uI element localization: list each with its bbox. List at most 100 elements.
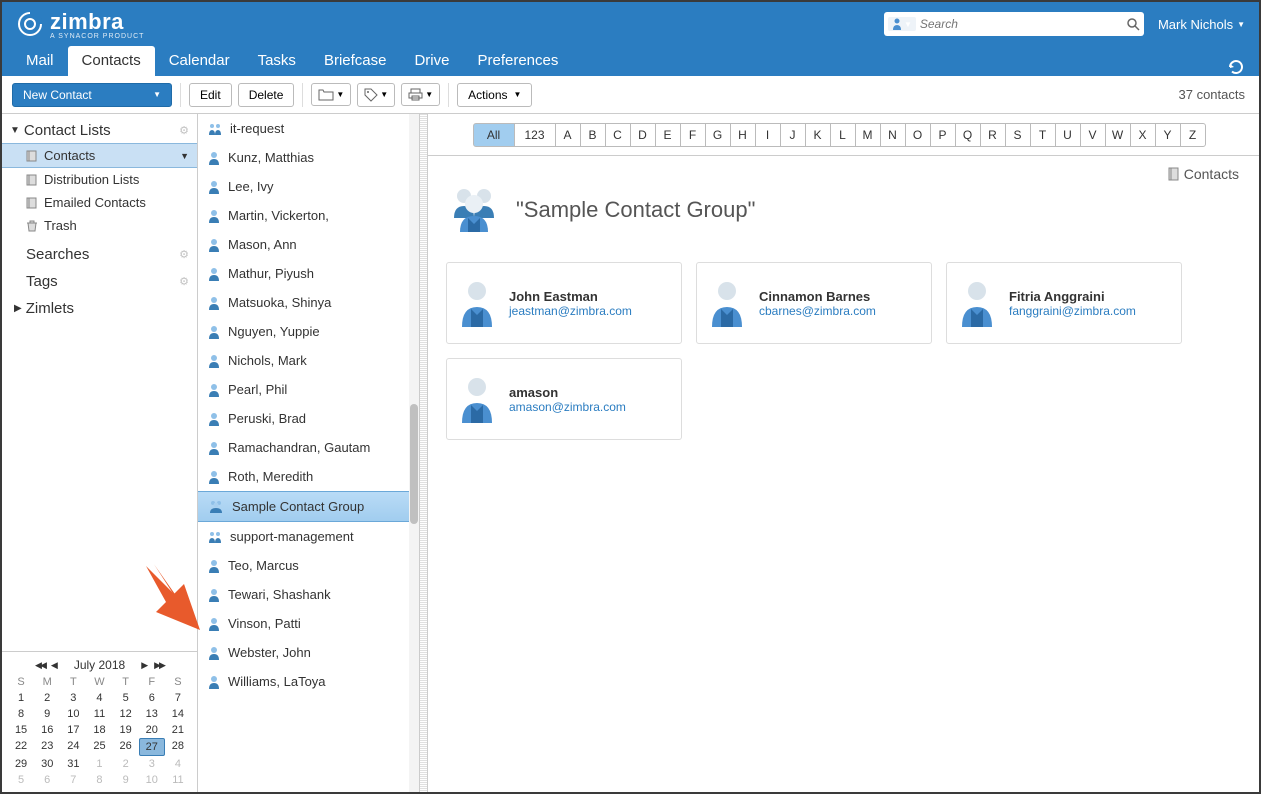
cal-day[interactable]: 2 <box>34 690 60 706</box>
cal-day[interactable]: 4 <box>86 690 112 706</box>
alpha-letter[interactable]: U <box>1055 123 1081 147</box>
list-item[interactable]: it-request <box>198 114 419 143</box>
list-item[interactable]: Kunz, Matthias <box>198 143 419 172</box>
list-item[interactable]: Lee, Ivy <box>198 172 419 201</box>
cal-day[interactable]: 18 <box>86 722 112 738</box>
cal-day[interactable]: 15 <box>8 722 34 738</box>
alpha-letter[interactable]: W <box>1105 123 1131 147</box>
alpha-letter[interactable]: S <box>1005 123 1031 147</box>
list-item[interactable]: Matsuoka, Shinya <box>198 288 419 317</box>
list-item[interactable]: Ramachandran, Gautam <box>198 433 419 462</box>
tab-briefcase[interactable]: Briefcase <box>310 46 401 76</box>
list-item[interactable]: Martin, Vickerton, <box>198 201 419 230</box>
new-contact-button[interactable]: New Contact ▼ <box>12 83 172 107</box>
cal-day[interactable]: 14 <box>165 706 191 722</box>
cal-day[interactable]: 25 <box>86 738 112 756</box>
alpha-letter[interactable]: M <box>855 123 881 147</box>
cal-day[interactable]: 24 <box>60 738 86 756</box>
cal-day[interactable]: 2 <box>113 756 139 772</box>
alpha-letter[interactable]: K <box>805 123 831 147</box>
alpha-letter[interactable]: C <box>605 123 631 147</box>
alpha-letter[interactable]: L <box>830 123 856 147</box>
search-icon[interactable] <box>1126 17 1140 31</box>
cal-day[interactable]: 4 <box>165 756 191 772</box>
cal-day[interactable]: 30 <box>34 756 60 772</box>
scrollbar[interactable] <box>409 114 419 792</box>
cal-day[interactable]: 3 <box>60 690 86 706</box>
cal-day[interactable]: 5 <box>113 690 139 706</box>
cal-day[interactable]: 31 <box>60 756 86 772</box>
search-input[interactable] <box>920 17 1126 31</box>
sidebar-searches[interactable]: Searches ⚙ <box>2 241 197 268</box>
cal-day[interactable]: 27 <box>139 738 165 756</box>
list-item[interactable]: Nichols, Mark <box>198 346 419 375</box>
list-item[interactable]: Mathur, Piyush <box>198 259 419 288</box>
list-item[interactable]: Williams, LaToya <box>198 667 419 696</box>
member-email[interactable]: cbarnes@zimbra.com <box>759 304 876 318</box>
tag-button[interactable]: ▼ <box>357 83 395 107</box>
search-category[interactable]: ▼ <box>888 17 916 31</box>
alpha-num[interactable]: 123 <box>514 123 556 147</box>
cal-day[interactable]: 8 <box>8 706 34 722</box>
gear-icon[interactable]: ⚙ <box>179 248 189 261</box>
edit-button[interactable]: Edit <box>189 83 232 107</box>
alpha-letter[interactable]: B <box>580 123 606 147</box>
cal-day[interactable]: 29 <box>8 756 34 772</box>
cal-day[interactable]: 11 <box>165 772 191 788</box>
folder-move-button[interactable]: ▼ <box>311 83 351 106</box>
tab-calendar[interactable]: Calendar <box>155 46 244 76</box>
contact-list[interactable]: it-requestKunz, MatthiasLee, IvyMartin, … <box>198 114 420 792</box>
member-card[interactable]: amasonamason@zimbra.com <box>446 358 682 440</box>
contact-lists-header[interactable]: ▼ Contact Lists ⚙ <box>2 118 197 143</box>
cal-day[interactable]: 13 <box>139 706 165 722</box>
delete-button[interactable]: Delete <box>238 83 295 107</box>
cal-day[interactable]: 12 <box>113 706 139 722</box>
alpha-letter[interactable]: V <box>1080 123 1106 147</box>
actions-button[interactable]: Actions ▼ <box>457 83 532 107</box>
alpha-letter[interactable]: G <box>705 123 731 147</box>
splitter-handle[interactable] <box>420 114 428 792</box>
alpha-letter[interactable]: A <box>555 123 581 147</box>
cal-day[interactable]: 9 <box>34 706 60 722</box>
cal-day[interactable]: 1 <box>86 756 112 772</box>
tab-preferences[interactable]: Preferences <box>463 46 572 76</box>
alpha-letter[interactable]: T <box>1030 123 1056 147</box>
alpha-letter[interactable]: Y <box>1155 123 1181 147</box>
list-item[interactable]: Roth, Meredith <box>198 462 419 491</box>
cal-day[interactable]: 6 <box>139 690 165 706</box>
cal-day[interactable]: 6 <box>34 772 60 788</box>
list-item[interactable]: Tewari, Shashank <box>198 580 419 609</box>
cal-day[interactable]: 5 <box>8 772 34 788</box>
cal-day[interactable]: 19 <box>113 722 139 738</box>
member-card[interactable]: John Eastmanjeastman@zimbra.com <box>446 262 682 344</box>
cal-day[interactable]: 26 <box>113 738 139 756</box>
alpha-letter[interactable]: J <box>780 123 806 147</box>
cal-next-fast[interactable]: ▶▶ <box>154 660 164 671</box>
alpha-letter[interactable]: E <box>655 123 681 147</box>
alpha-letter[interactable]: D <box>630 123 656 147</box>
search-box[interactable]: ▼ <box>884 12 1144 36</box>
list-item[interactable]: Vinson, Patti <box>198 609 419 638</box>
tab-contacts[interactable]: Contacts <box>68 46 155 76</box>
list-item[interactable]: Nguyen, Yuppie <box>198 317 419 346</box>
gear-icon[interactable]: ⚙ <box>179 124 189 137</box>
scrollbar-thumb[interactable] <box>410 404 418 524</box>
tab-tasks[interactable]: Tasks <box>244 46 310 76</box>
list-item[interactable]: Webster, John <box>198 638 419 667</box>
cal-day[interactable]: 3 <box>139 756 165 772</box>
gear-icon[interactable]: ⚙ <box>179 275 189 288</box>
alpha-letter[interactable]: H <box>730 123 756 147</box>
cal-day[interactable]: 16 <box>34 722 60 738</box>
alpha-letter[interactable]: N <box>880 123 906 147</box>
cal-prev-fast[interactable]: ◀◀ <box>35 660 45 671</box>
cal-day[interactable]: 20 <box>139 722 165 738</box>
alpha-letter[interactable]: I <box>755 123 781 147</box>
tab-drive[interactable]: Drive <box>400 46 463 76</box>
alpha-letter[interactable]: O <box>905 123 931 147</box>
user-menu[interactable]: Mark Nichols ▼ <box>1158 17 1245 32</box>
member-card[interactable]: Cinnamon Barnescbarnes@zimbra.com <box>696 262 932 344</box>
sidebar-zimlets[interactable]: ▶ Zimlets <box>2 295 197 322</box>
list-item[interactable]: Peruski, Brad <box>198 404 419 433</box>
refresh-button[interactable] <box>1227 58 1259 76</box>
cal-day[interactable]: 11 <box>86 706 112 722</box>
